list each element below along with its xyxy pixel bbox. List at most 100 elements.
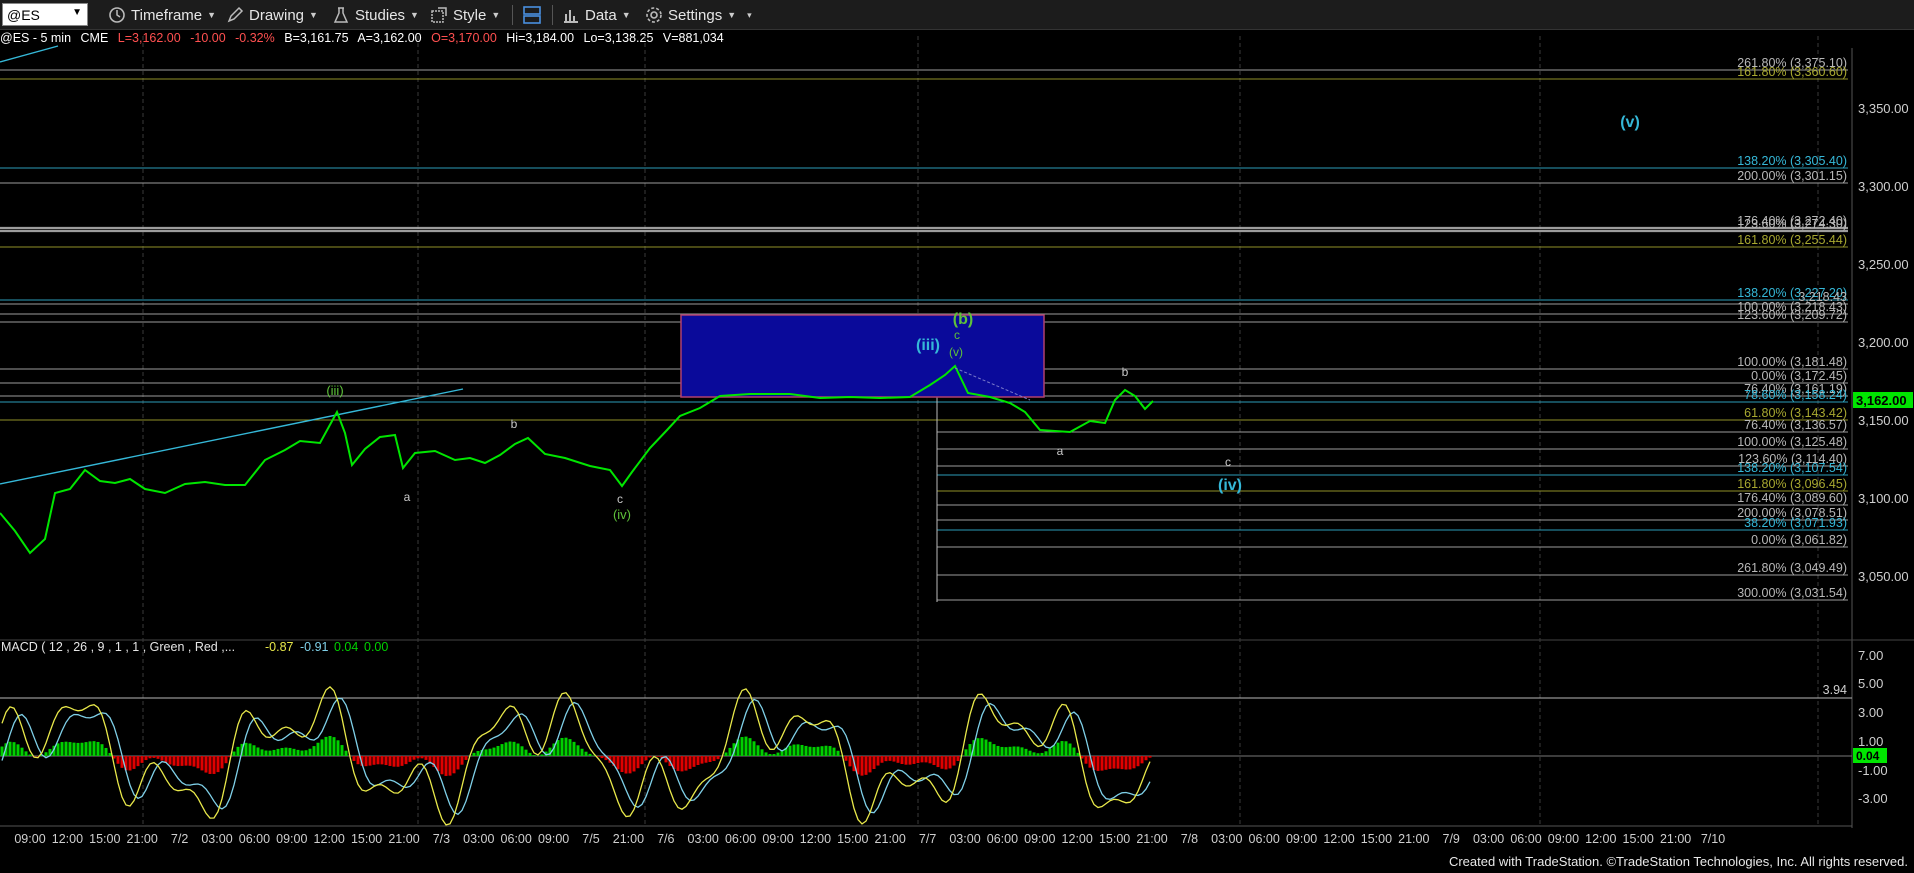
macd-zero-value: 0.00 xyxy=(364,640,388,654)
macd-tick-label: 3.00 xyxy=(1858,705,1883,720)
time-tick-label: 09:00 xyxy=(1286,832,1317,846)
fib-level-label: 161.80% (3,255.44) xyxy=(1737,233,1847,247)
macd-study-label: MACD ( 12 , 26 , 9 , 1 , 1 , Green , Red… xyxy=(1,640,235,654)
low-price: Lo=3,138.25 xyxy=(583,31,654,45)
layout-button[interactable] xyxy=(522,4,542,26)
open-price: O=3,170.00 xyxy=(431,31,497,45)
price-tick-label: 3,300.00 xyxy=(1858,179,1909,194)
ask-price: A=3,162.00 xyxy=(357,31,422,45)
symbol-interval: @ES - 5 min xyxy=(0,31,72,45)
time-tick-label: 7/2 xyxy=(171,832,188,846)
fib-level-label: 161.80% (3,360.60) xyxy=(1737,65,1847,79)
macd-tick-label: 1.00 xyxy=(1858,734,1883,749)
settings-menu[interactable]: Settings ▼ ▾ xyxy=(645,4,752,26)
pct-change: -0.32% xyxy=(235,31,275,45)
time-tick-label: 7/7 xyxy=(919,832,936,846)
style-icon xyxy=(431,7,447,23)
chevron-down-icon: ▼ xyxy=(410,10,419,20)
wave-label: b xyxy=(1122,365,1129,379)
time-tick-label: 15:00 xyxy=(1361,832,1392,846)
time-tick-label: 12:00 xyxy=(800,832,831,846)
fib-level-label: 176.40% (3,272.40) xyxy=(1737,214,1847,228)
fib-level-label: 123.60% (3,274.30) xyxy=(1737,217,1847,231)
target-zone-box xyxy=(680,314,1045,398)
bid-price: B=3,161.75 xyxy=(284,31,349,45)
wave-label: (iv) xyxy=(613,507,631,522)
macd-tick-label: -3.00 xyxy=(1858,791,1888,806)
macd-level-label: 3.94 xyxy=(1823,683,1847,697)
toolbar-divider xyxy=(552,5,553,25)
price-tick-label: 3,050.00 xyxy=(1858,569,1909,584)
wave-label: c xyxy=(1225,455,1231,469)
high-price: Hi=3,184.00 xyxy=(506,31,575,45)
time-tick-label: 06:00 xyxy=(239,832,270,846)
fib-level-label: 0.00% (3,061.82) xyxy=(1751,533,1847,547)
time-tick-label: 03:00 xyxy=(1211,832,1242,846)
flask-icon xyxy=(333,7,349,23)
time-tick-label: 12:00 xyxy=(314,832,345,846)
data-label: Data xyxy=(585,6,617,24)
macd-tick-label: -1.00 xyxy=(1858,763,1888,778)
wave-label: (b) xyxy=(953,311,973,328)
trendline-upper xyxy=(0,45,59,63)
fib-level-label: 0.00% (3,172.45) xyxy=(1751,369,1847,383)
time-tick-label: 7/6 xyxy=(657,832,674,846)
chevron-down-icon: ▼ xyxy=(491,10,501,20)
chevron-down-icon: ▼ xyxy=(621,10,631,20)
macd-signal-line xyxy=(1,697,1151,816)
style-label: Style xyxy=(453,6,487,24)
fib-level-label: 100.00% (3,181.48) xyxy=(1737,355,1847,369)
macd-hist-value: 0.04 xyxy=(334,640,358,654)
macd-current-label: 0.04 xyxy=(1856,749,1880,763)
fib-level-label: 200.00% (3,078.51) xyxy=(1737,506,1847,520)
drawing-label: Drawing xyxy=(249,6,305,24)
projection-line xyxy=(954,367,1031,401)
time-tick-label: 7/5 xyxy=(582,832,599,846)
copyright-footer: Created with TradeStation. ©TradeStation… xyxy=(1448,854,1908,869)
current-price-badge xyxy=(1853,392,1913,408)
wave-label: (iii) xyxy=(326,383,343,398)
chevron-down-icon: ▼ xyxy=(309,10,318,20)
pencil-icon xyxy=(227,6,244,23)
time-tick-label: 21:00 xyxy=(875,832,906,846)
fib-level-label: 38.20% (3,071.93) xyxy=(1744,516,1847,530)
time-tick-label: 06:00 xyxy=(987,832,1018,846)
wave-label: c xyxy=(954,328,960,342)
price-series xyxy=(0,364,1154,555)
time-tick-label: 09:00 xyxy=(276,832,307,846)
fib-level-label: 123.60% (3,114.40) xyxy=(1738,452,1847,466)
layout-icon xyxy=(523,6,541,24)
time-tick-label: 21:00 xyxy=(388,832,419,846)
symbol-selector[interactable]: @ES ▼ xyxy=(2,3,88,26)
clock-icon xyxy=(109,7,125,23)
time-tick-label: 12:00 xyxy=(52,832,83,846)
macd-tick-label: 5.00 xyxy=(1858,676,1883,691)
data-menu[interactable]: Data ▼ xyxy=(562,4,631,26)
time-tick-label: 15:00 xyxy=(837,832,868,846)
time-tick-label: 15:00 xyxy=(1623,832,1654,846)
time-tick-label: 06:00 xyxy=(501,832,532,846)
fib-level-label: 138.20% (3,107.54) xyxy=(1737,461,1847,475)
time-tick-label: 12:00 xyxy=(1585,832,1616,846)
quote-infobar: @ES - 5 min CME L=3,162.00 -10.00 -0.32%… xyxy=(0,31,730,47)
style-menu[interactable]: Style ▼ xyxy=(430,4,500,26)
price-tick-label: 3,200.00 xyxy=(1858,335,1909,350)
fib-level-label: 100.00% (3,218.43) xyxy=(1737,300,1847,314)
drawing-menu[interactable]: Drawing ▼ xyxy=(226,4,318,26)
wave-label: (iii) xyxy=(916,337,940,354)
price-chart[interactable]: 3,350.00 3,300.00 3,250.00 3,200.00 3,150.00… xyxy=(0,0,1914,873)
time-tick-label: 09:00 xyxy=(538,832,569,846)
exchange: CME xyxy=(80,31,109,45)
timeframe-menu[interactable]: Timeframe ▼ xyxy=(108,4,216,26)
wave-label: c xyxy=(617,492,623,506)
fib-level-label: 300.00% (3,031.54) xyxy=(1737,586,1847,600)
time-tick-label: 7/8 xyxy=(1181,832,1198,846)
studies-menu[interactable]: Studies ▼ xyxy=(332,4,419,26)
time-tick-label: 03:00 xyxy=(949,832,980,846)
time-tick-label: 21:00 xyxy=(127,832,158,846)
price-tick-label: 3,100.00 xyxy=(1858,491,1909,506)
gear-icon xyxy=(646,7,662,23)
time-tick-label: 15:00 xyxy=(351,832,382,846)
time-tick-label: 03:00 xyxy=(1473,832,1504,846)
wave-label: (v) xyxy=(1620,114,1640,131)
